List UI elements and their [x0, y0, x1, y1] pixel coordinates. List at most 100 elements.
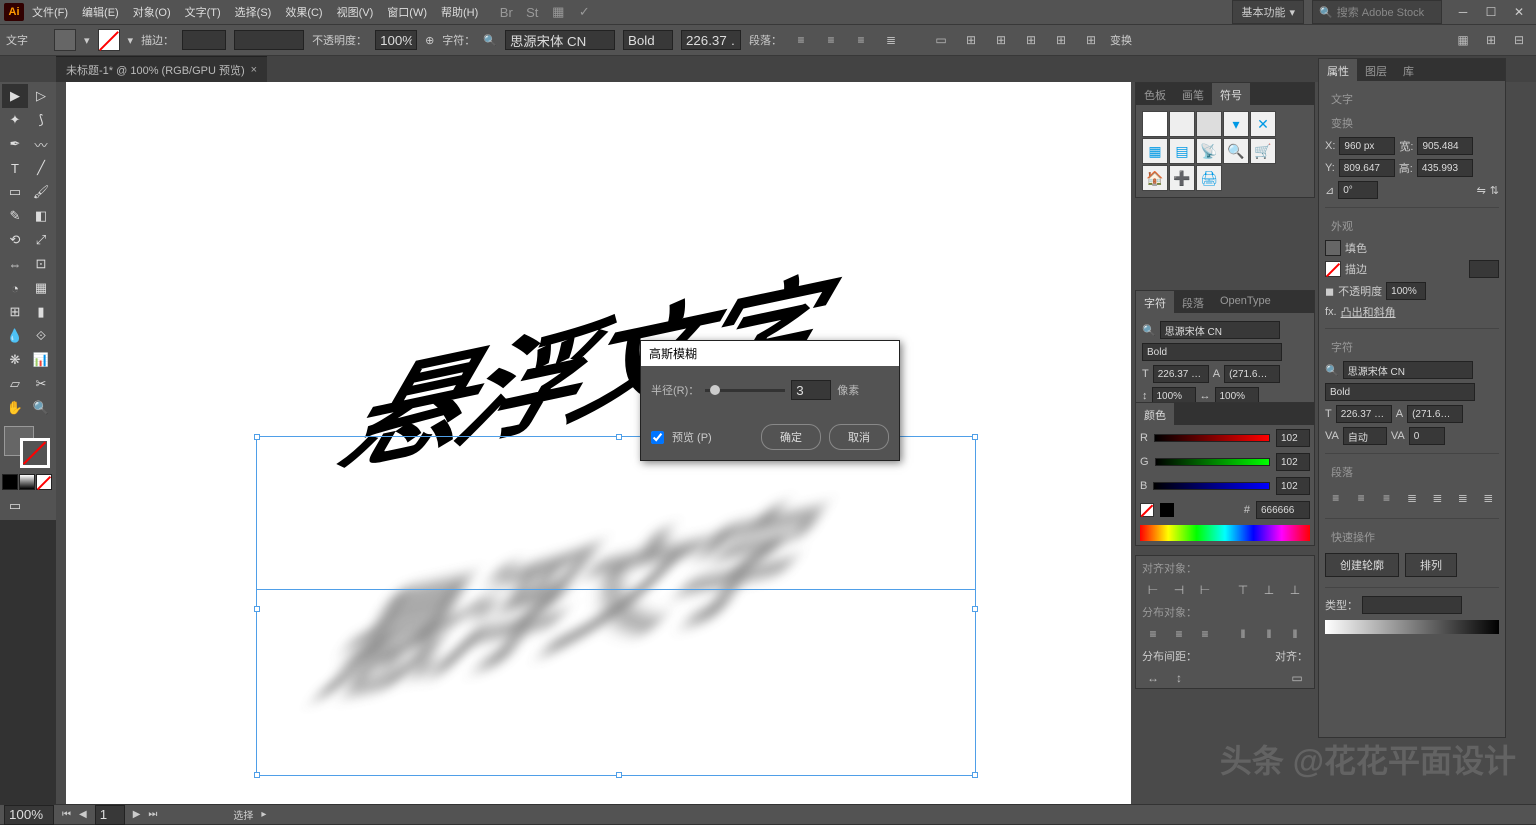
symbol-item[interactable]: ▤	[1169, 138, 1195, 164]
char-size-input[interactable]	[1153, 365, 1209, 383]
stroke-weight-input[interactable]	[182, 30, 226, 50]
ok-button[interactable]: 确定	[761, 424, 821, 450]
eyedropper-tool[interactable]: 💧	[2, 324, 28, 348]
symbol-item[interactable]: ➕	[1169, 165, 1195, 191]
tab-color[interactable]: 颜色	[1136, 403, 1174, 425]
p-just-l[interactable]: ≣	[1401, 488, 1422, 508]
symbol-item[interactable]	[1142, 111, 1168, 137]
align-center-icon[interactable]: ≡	[820, 30, 842, 50]
prop-size-input[interactable]	[1336, 405, 1392, 423]
radius-input[interactable]	[791, 380, 831, 400]
prop-kerning-input[interactable]	[1343, 427, 1387, 445]
lasso-tool[interactable]: ⟆	[28, 108, 54, 132]
shaper-tool[interactable]: ✎	[2, 204, 28, 228]
align-right-icon[interactable]: ≡	[850, 30, 872, 50]
color-mode-icon[interactable]	[2, 474, 18, 490]
menu-file[interactable]: 文件(F)	[26, 1, 74, 23]
align-vcenter-btn[interactable]: ⊥	[1258, 580, 1280, 600]
b-input[interactable]	[1276, 477, 1310, 495]
shape-builder-tool[interactable]: ◔	[2, 276, 28, 300]
menu-type[interactable]: 文字(T)	[179, 1, 227, 23]
y-input[interactable]	[1339, 159, 1395, 177]
symbol-item[interactable]	[1196, 111, 1222, 137]
p-align-c[interactable]: ≡	[1350, 488, 1371, 508]
slice-tool[interactable]: ✂	[28, 372, 54, 396]
prop-font-input[interactable]	[1343, 361, 1473, 379]
width-tool[interactable]: ⇔	[2, 252, 28, 276]
symbol-item[interactable]	[1169, 111, 1195, 137]
create-outlines-button[interactable]: 创建轮廓	[1325, 553, 1399, 577]
hand-tool[interactable]: ✋	[2, 396, 28, 420]
p-just-r[interactable]: ≣	[1452, 488, 1473, 508]
spectrum-bar[interactable]	[1140, 525, 1310, 541]
tab-properties[interactable]: 属性	[1319, 59, 1357, 81]
menu-help[interactable]: 帮助(H)	[435, 1, 484, 23]
radius-slider[interactable]	[705, 389, 785, 392]
font-weight-input[interactable]	[623, 30, 673, 50]
dist-right-btn[interactable]: ‖	[1284, 624, 1306, 644]
none-swatch[interactable]	[1140, 503, 1154, 517]
pen-tool[interactable]: ✒	[2, 132, 28, 156]
symbol-item[interactable]: ▾	[1223, 111, 1249, 137]
nav-next-icon[interactable]: ▶	[133, 809, 141, 820]
rotate-tool[interactable]: ⟲	[2, 228, 28, 252]
symbol-item[interactable]: 🛒	[1250, 138, 1276, 164]
stroke-color-swatch[interactable]	[1325, 261, 1341, 277]
menu-select[interactable]: 选择(S)	[229, 1, 278, 23]
r-slider[interactable]	[1154, 434, 1270, 442]
tab-opentype[interactable]: OpenType	[1212, 291, 1279, 313]
search-input[interactable]: 🔍 搜索 Adobe Stock	[1312, 0, 1442, 24]
fill-color-swatch[interactable]	[1325, 240, 1341, 256]
r-input[interactable]	[1276, 429, 1310, 447]
curvature-tool[interactable]: 〰	[28, 132, 54, 156]
flip-h-icon[interactable]: ⇋	[1477, 184, 1486, 197]
prop-leading-input[interactable]	[1407, 405, 1463, 423]
selection-tool[interactable]: ▶	[2, 84, 28, 108]
brush-profile[interactable]	[234, 30, 304, 50]
p-just-a[interactable]: ≣	[1478, 488, 1499, 508]
symbol-item[interactable]: 🖨	[1196, 165, 1222, 191]
font-size-input[interactable]	[681, 30, 741, 50]
hex-input[interactable]	[1256, 501, 1310, 519]
rectangle-tool[interactable]: ▭	[2, 180, 28, 204]
dist-left-btn[interactable]: ‖	[1232, 624, 1254, 644]
close-button[interactable]: ✕	[1506, 2, 1532, 22]
justify-icon[interactable]: ≣	[880, 30, 902, 50]
bridge-icon[interactable]: Br	[498, 4, 514, 20]
h-input[interactable]	[1417, 159, 1473, 177]
symbol-sprayer-tool[interactable]: ❋	[2, 348, 28, 372]
transform-link[interactable]: 变换	[1110, 32, 1132, 48]
flip-v-icon[interactable]: ⇅	[1490, 184, 1499, 197]
workspace-switcher[interactable]: 基本功能▾	[1232, 0, 1304, 24]
align-obj4-icon[interactable]: ⊞	[1050, 30, 1072, 50]
dist-vcenter-btn[interactable]: ≡	[1168, 624, 1190, 644]
x-input[interactable]	[1339, 137, 1395, 155]
style-icon[interactable]: ⊕	[425, 34, 434, 47]
prop-weight-input[interactable]	[1325, 383, 1475, 401]
menu-edit[interactable]: 编辑(E)	[76, 1, 125, 23]
char-leading-input[interactable]	[1224, 365, 1280, 383]
document-tab[interactable]: 未标题-1* @ 100% (RGB/GPU 预览)×	[56, 56, 267, 82]
perspective-tool[interactable]: ▦	[28, 276, 54, 300]
tab-paragraph[interactable]: 段落	[1174, 291, 1212, 313]
fill-stroke-control[interactable]	[2, 424, 54, 472]
artboard[interactable]: 悬浮文字 悬浮文字	[66, 82, 1131, 804]
artboard-nav-input[interactable]	[95, 805, 125, 825]
gradient-preview[interactable]	[1325, 620, 1499, 634]
arrange-docs-icon[interactable]: ▦	[550, 4, 566, 20]
tab-libraries[interactable]: 库	[1395, 59, 1422, 81]
line-tool[interactable]: ╱	[28, 156, 54, 180]
align-obj2-icon[interactable]: ⊞	[990, 30, 1012, 50]
w-input[interactable]	[1417, 137, 1473, 155]
nav-first-icon[interactable]: ⏮	[62, 809, 71, 820]
align-to-btn[interactable]: ▭	[1286, 668, 1308, 688]
screen-mode-icon[interactable]: ▭	[2, 494, 28, 518]
tab-layers[interactable]: 图层	[1357, 59, 1395, 81]
p-just-c[interactable]: ≣	[1427, 488, 1448, 508]
p-align-l[interactable]: ≡	[1325, 488, 1346, 508]
char-weight-input[interactable]	[1142, 343, 1282, 361]
symbol-item[interactable]: 🔍	[1223, 138, 1249, 164]
gpu-icon[interactable]: ✓	[576, 4, 592, 20]
make-envelope-icon[interactable]: ▭	[930, 30, 952, 50]
fx-link[interactable]: 凸出和斜角	[1341, 304, 1396, 320]
